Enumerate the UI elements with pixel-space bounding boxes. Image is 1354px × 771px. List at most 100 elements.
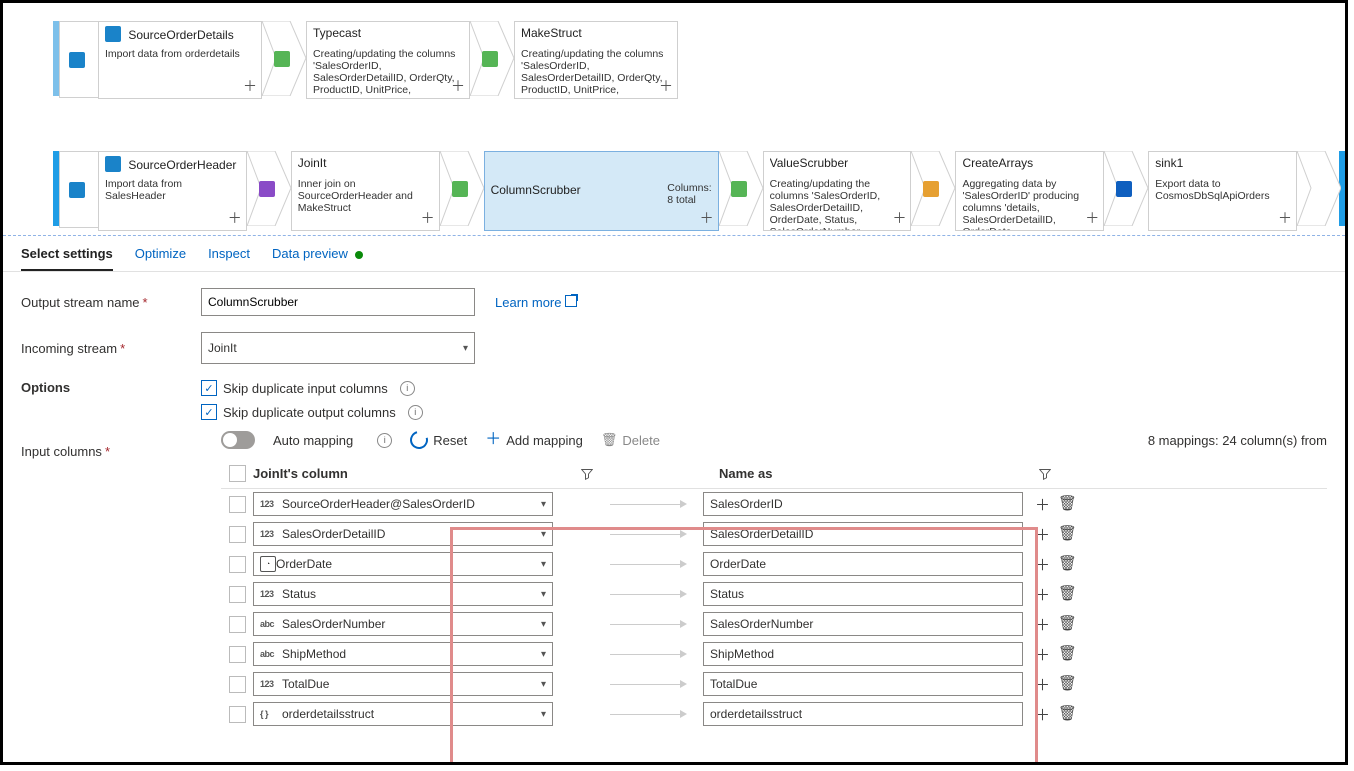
name-as-input[interactable]: OrderDate [703, 552, 1023, 576]
add-row-button[interactable]: ＋ [1035, 524, 1050, 545]
select-all-checkbox[interactable] [229, 465, 246, 482]
chevron-down-icon: ▾ [541, 499, 546, 510]
source-column-select[interactable]: 123 SalesOrderDetailID ▾ [253, 522, 553, 546]
row-checkbox[interactable] [229, 526, 246, 543]
add-step-icon[interactable]: ＋ [1085, 208, 1099, 228]
incoming-stream-select[interactable]: JoinIt▾ [201, 332, 475, 364]
flow-node-columnscrubber[interactable]: ColumnScrubber Columns:8 total ＋ [484, 151, 719, 231]
flow-node-sourceorderdetails[interactable]: SourceOrderDetails Import data from orde… [98, 21, 262, 99]
delete-row-button[interactable]: 🗑 [1058, 584, 1077, 605]
source-column-select[interactable]: 123 SourceOrderHeader@SalesOrderID ▾ [253, 492, 553, 516]
info-icon[interactable]: i [408, 405, 423, 420]
filter-icon[interactable] [1039, 468, 1051, 480]
row-checkbox[interactable] [229, 496, 246, 513]
delete-row-button[interactable]: 🗑 [1058, 674, 1077, 695]
row-checkbox[interactable] [229, 586, 246, 603]
tab-select-settings[interactable]: Select settings [21, 246, 113, 271]
name-as-input[interactable]: SalesOrderID [703, 492, 1023, 516]
source-column-value: SalesOrderNumber [282, 617, 541, 631]
row-checkbox[interactable] [229, 676, 246, 693]
flow-node-sink1[interactable]: sink1 Export data to CosmosDbSqlApiOrder… [1148, 151, 1297, 231]
trash-icon: 🗑 [601, 432, 618, 448]
mapping-row: abc ShipMethod ▾ ShipMethod ＋ 🗑 [221, 639, 1327, 669]
mapping-row: 123 SalesOrderDetailID ▾ SalesOrderDetai… [221, 519, 1327, 549]
name-as-input[interactable]: SalesOrderNumber [703, 612, 1023, 636]
add-step-icon[interactable]: ＋ [659, 76, 673, 96]
header-source-column: JoinIt's column [253, 466, 348, 481]
add-step-icon[interactable]: ＋ [700, 208, 714, 228]
add-step-icon[interactable]: ＋ [421, 208, 435, 228]
name-as-input[interactable]: orderdetailsstruct [703, 702, 1023, 726]
tab-inspect[interactable]: Inspect [208, 246, 250, 271]
node-handle[interactable] [59, 151, 98, 228]
settings-tabs: Select settings Optimize Inspect Data pr… [3, 236, 1345, 272]
delete-row-button[interactable]: 🗑 [1058, 704, 1077, 725]
mapping-count-label: 8 mappings: 24 column(s) from [1148, 433, 1327, 448]
skip-dup-input-checkbox[interactable]: ✓ Skip duplicate input columns i [201, 380, 423, 396]
delete-row-button[interactable]: 🗑 [1058, 554, 1077, 575]
skip-dup-output-checkbox[interactable]: ✓ Skip duplicate output columns i [201, 404, 423, 420]
add-row-button[interactable]: ＋ [1035, 704, 1050, 725]
add-step-icon[interactable]: ＋ [451, 76, 465, 96]
source-column-select[interactable]: ◔ OrderDate ▾ [253, 552, 553, 576]
flow-node-createarrays[interactable]: CreateArrays Aggregating data by 'SalesO… [955, 151, 1104, 231]
source-column-select[interactable]: abc ShipMethod ▾ [253, 642, 553, 666]
output-stream-input[interactable] [201, 288, 475, 316]
reset-button[interactable]: Reset [410, 431, 467, 449]
delete-row-button[interactable]: 🗑 [1058, 614, 1077, 635]
add-step-icon[interactable]: ＋ [1278, 208, 1292, 228]
add-row-button[interactable]: ＋ [1035, 614, 1050, 635]
mapping-arrow-icon [593, 650, 703, 658]
row-checkbox[interactable] [229, 616, 246, 633]
delete-row-button[interactable]: 🗑 [1058, 644, 1077, 665]
flow-node-sourceorderheader[interactable]: SourceOrderHeader Import data from Sales… [98, 151, 247, 231]
checkbox-checked-icon: ✓ [201, 380, 217, 396]
source-column-select[interactable]: { } orderdetailsstruct ▾ [253, 702, 553, 726]
learn-more-link[interactable]: Learn more [495, 295, 577, 310]
source-column-select[interactable]: 123 Status ▾ [253, 582, 553, 606]
flow-node-makestruct[interactable]: MakeStruct Creating/updating the columns… [514, 21, 678, 99]
name-as-input[interactable]: Status [703, 582, 1023, 606]
type-badge: { } [260, 709, 278, 719]
delete-row-button[interactable]: 🗑 [1058, 494, 1077, 515]
info-icon[interactable]: i [400, 381, 415, 396]
name-as-input[interactable]: TotalDue [703, 672, 1023, 696]
source-column-value: ShipMethod [282, 647, 541, 661]
source-column-select[interactable]: abc SalesOrderNumber ▾ [253, 612, 553, 636]
auto-mapping-toggle[interactable] [221, 431, 255, 449]
external-link-icon [565, 295, 577, 307]
flow-node-joinit[interactable]: JoinIt Inner join on SourceOrderHeader a… [291, 151, 440, 231]
flow-canvas[interactable]: SourceOrderDetails Import data from orde… [3, 3, 1345, 236]
add-row-button[interactable]: ＋ [1035, 644, 1050, 665]
preview-status-dot [355, 251, 363, 259]
chevron-down-icon: ▾ [541, 529, 546, 540]
add-row-button[interactable]: ＋ [1035, 674, 1050, 695]
row-checkbox[interactable] [229, 646, 246, 663]
delete-row-button[interactable]: 🗑 [1058, 524, 1077, 545]
input-columns-label: Input columns* [21, 444, 201, 459]
auto-mapping-label: Auto mapping [273, 433, 353, 448]
node-handle[interactable] [59, 21, 98, 98]
source-column-select[interactable]: 123 TotalDue ▾ [253, 672, 553, 696]
mapping-toolbar: Auto mapping i Reset ＋ Add mapping 🗑 Del… [221, 431, 1327, 449]
add-mapping-button[interactable]: ＋ Add mapping [485, 433, 583, 448]
filter-icon[interactable] [581, 468, 593, 480]
flow-node-valuescrubber[interactable]: ValueScrubber Creating/updating the colu… [763, 151, 912, 231]
row-checkbox[interactable] [229, 706, 246, 723]
tab-optimize[interactable]: Optimize [135, 246, 186, 271]
source-column-value: SalesOrderDetailID [282, 527, 541, 541]
add-row-button[interactable]: ＋ [1035, 584, 1050, 605]
add-step-icon[interactable]: ＋ [892, 208, 906, 228]
row-checkbox[interactable] [229, 556, 246, 573]
delete-button[interactable]: 🗑 Delete [601, 432, 660, 448]
add-step-icon[interactable]: ＋ [228, 208, 242, 228]
mapping-row: 123 TotalDue ▾ TotalDue ＋ 🗑 [221, 669, 1327, 699]
add-row-button[interactable]: ＋ [1035, 554, 1050, 575]
name-as-input[interactable]: ShipMethod [703, 642, 1023, 666]
info-icon[interactable]: i [377, 433, 392, 448]
add-step-icon[interactable]: ＋ [243, 76, 257, 96]
name-as-input[interactable]: SalesOrderDetailID [703, 522, 1023, 546]
tab-data-preview[interactable]: Data preview [272, 246, 364, 271]
flow-node-typecast[interactable]: Typecast Creating/updating the columns '… [306, 21, 470, 99]
add-row-button[interactable]: ＋ [1035, 494, 1050, 515]
